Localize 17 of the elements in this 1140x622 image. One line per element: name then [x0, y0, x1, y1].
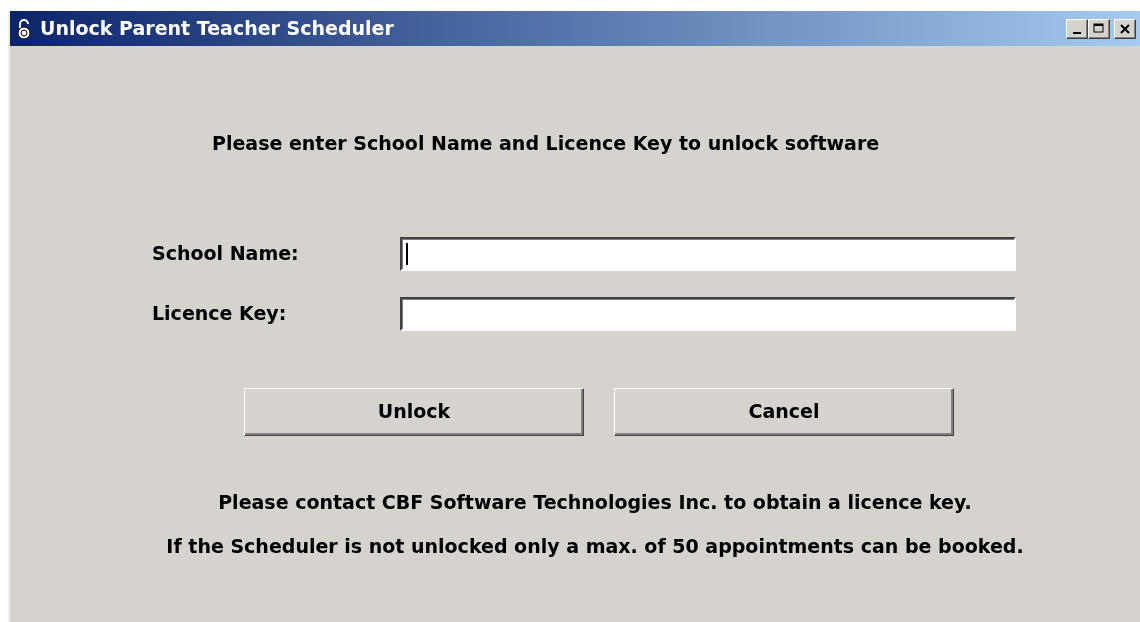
minimize-icon	[1073, 31, 1081, 34]
info-text: Please contact CBF Software Technologies Inc. to obtain a licence key.	[218, 489, 972, 515]
close-icon	[1120, 23, 1130, 34]
action-button[interactable]: Cancel	[614, 387, 954, 436]
minimize-button[interactable]	[1066, 18, 1088, 39]
close-button[interactable]	[1114, 18, 1136, 39]
info-text: If the Scheduler is not unlocked only a max. of 50 appointments can be booked.	[166, 534, 1024, 559]
input-field[interactable]	[400, 236, 1016, 271]
field-label: School Name:	[151, 241, 300, 267]
input-field[interactable]	[400, 296, 1016, 331]
window-title: Unlock Parent Teacher Scheduler	[40, 16, 395, 42]
field-label: Licence Key:	[151, 301, 288, 327]
maximize-button[interactable]	[1088, 18, 1110, 39]
padlock-icon	[16, 18, 32, 39]
action-button[interactable]: Unlock	[244, 387, 584, 436]
maximize-icon	[1093, 23, 1105, 34]
instruction-text: Please enter School Name and Licence Key to unlock software	[212, 132, 880, 154]
